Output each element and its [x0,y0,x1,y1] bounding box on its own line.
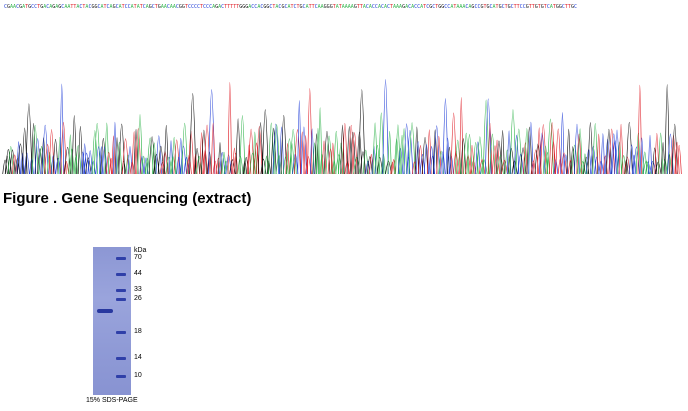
trace-peak [577,128,583,175]
trace-peak [210,122,216,175]
trace-peak [555,128,562,175]
trace-peak [280,115,287,175]
sequencing-chromatogram [2,79,682,175]
figure-caption: Figure . Gene Sequencing (extract) [3,190,252,207]
protein-band [97,309,113,313]
trace-peak [137,114,143,175]
marker-label-70: 70 [134,254,142,261]
trace-peak [317,107,323,175]
ladder-band-70 [116,257,126,260]
sds-page-gel [93,247,131,395]
trace-peak [442,98,449,175]
trace-peak [654,132,660,175]
ladder-band-10 [116,375,126,378]
trace-peak [387,130,392,175]
trace-peak [235,118,241,175]
marker-label-14: 14 [134,354,142,361]
marker-label-26: 26 [134,295,142,302]
marker-label-44: 44 [134,270,142,277]
trace-peak [560,112,565,175]
ladder-band-33 [116,289,126,292]
trace-peak [163,124,169,175]
trace-peak [87,150,93,175]
trace-peak [587,122,594,175]
ladder-band-14 [116,357,126,360]
trace-peak [59,83,64,175]
ladder-band-18 [116,331,126,334]
ladder-band-26 [116,298,126,301]
trace-peak [414,126,419,175]
ladder-band-44 [116,273,126,276]
gel-caption: 15% SDS-PAGE [86,397,138,404]
sequence-letter: C [573,4,577,10]
trace-peak [466,133,473,175]
marker-label-10: 10 [134,372,142,379]
sequence-letters: CGAACGATGCCTGACAGAGCAATTACTACGGCATCAGCAT… [4,3,684,12]
marker-label-33: 33 [134,286,142,293]
marker-label-18: 18 [134,328,142,335]
